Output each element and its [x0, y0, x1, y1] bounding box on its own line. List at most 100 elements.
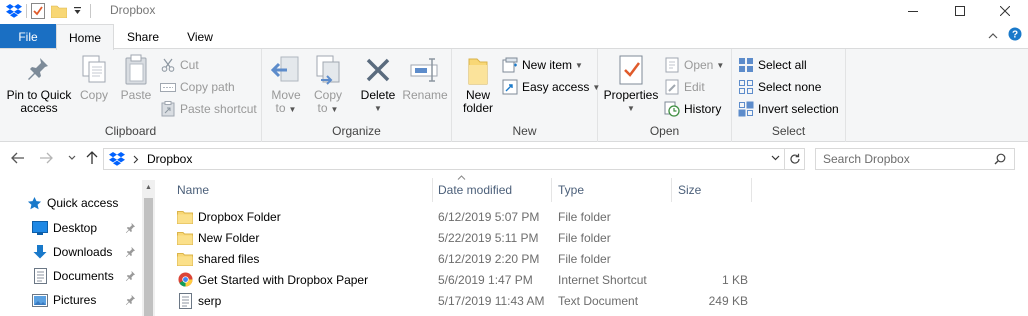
properties-button[interactable]: Properties ▼	[602, 53, 660, 115]
address-history-dropdown-icon[interactable]	[771, 155, 780, 161]
tab-home[interactable]: Home	[56, 24, 114, 50]
dropbox-location-icon	[109, 152, 125, 166]
pin-to-quick-access-button[interactable]: Pin to Quick access	[4, 53, 74, 115]
cut-button[interactable]: Cut	[160, 55, 199, 75]
pin-icon	[22, 53, 56, 87]
nav-downloads-label: Downloads	[53, 245, 113, 259]
table-row[interactable]: Dropbox Folder 6/12/2019 5:07 PM File fold…	[170, 206, 770, 227]
delete-button[interactable]: Delete ▼	[358, 53, 398, 115]
select-group: Select all Select none Invert selection …	[732, 49, 846, 142]
tab-share[interactable]: Share	[114, 24, 172, 49]
delete-label: Delete	[360, 88, 396, 102]
minimize-button[interactable]	[890, 0, 936, 22]
invert-selection-button[interactable]: Invert selection	[738, 99, 839, 119]
documents-icon	[32, 268, 48, 284]
select-all-icon	[738, 57, 754, 73]
recent-locations-button[interactable]	[62, 148, 82, 168]
column-header-name[interactable]: Name	[172, 178, 433, 202]
file-date-modified: 6/12/2019 5:07 PM	[438, 209, 540, 224]
new-folder-button[interactable]: New folder	[458, 53, 498, 115]
copy-icon	[77, 53, 111, 87]
back-button[interactable]	[8, 148, 28, 168]
qat-separator-2	[90, 4, 91, 18]
paste-label: Paste	[120, 88, 152, 102]
search-input[interactable]	[823, 152, 983, 166]
select-all-button[interactable]: Select all	[738, 55, 807, 75]
rename-button[interactable]: Rename	[400, 53, 450, 102]
search-icon[interactable]	[994, 153, 1006, 165]
properties-qat-icon[interactable]	[31, 2, 45, 20]
close-button[interactable]	[982, 0, 1028, 22]
file-name-cell[interactable]: New Folder	[177, 227, 432, 248]
paste-shortcut-button[interactable]: Paste shortcut	[160, 99, 257, 119]
tab-file[interactable]: File	[0, 24, 56, 49]
address-bar[interactable]: Dropbox	[103, 148, 805, 170]
maximize-button[interactable]	[937, 0, 983, 22]
move-to-button[interactable]: Move to ▼	[268, 53, 304, 116]
properties-dropdown-icon[interactable]: ▼	[627, 102, 635, 115]
nav-quick-access[interactable]: Quick access	[26, 192, 118, 214]
file-date-modified: 5/17/2019 11:43 AM	[438, 293, 545, 308]
new-item-button[interactable]: New item ▼	[502, 55, 583, 75]
folder-icon	[177, 230, 193, 246]
nav-item-documents[interactable]: Documents	[32, 265, 114, 287]
copy-to-label-2: to ▼	[317, 101, 339, 115]
file-name-cell[interactable]: serp	[177, 290, 432, 311]
tab-view[interactable]: View	[172, 24, 228, 49]
file-name-cell[interactable]: Dropbox Folder	[177, 206, 432, 227]
file-name-cell[interactable]: shared files	[177, 248, 432, 269]
nav-item-pictures[interactable]: Pictures	[32, 289, 96, 311]
select-none-button[interactable]: Select none	[738, 77, 821, 97]
open-button[interactable]: Open ▼	[664, 55, 724, 75]
nav-item-downloads[interactable]: Downloads	[32, 241, 112, 263]
nav-pane-scrollbar[interactable]: ▲	[142, 180, 155, 316]
copy-path-button[interactable]: Copy path	[160, 77, 235, 97]
pictures-icon	[32, 292, 48, 308]
history-button[interactable]: History	[664, 99, 721, 119]
table-row[interactable]: New Folder 5/22/2019 5:11 PM File folder	[170, 227, 770, 248]
delete-dropdown-icon[interactable]: ▼	[374, 102, 382, 115]
new-folder-label-2: folder	[462, 101, 494, 115]
file-list: Name Date modified Type Size Dropbox Fol…	[160, 174, 1028, 316]
table-row[interactable]: Get Started with Dropbox Paper 5/6/2019 1…	[170, 269, 770, 290]
copy-button[interactable]: Copy	[76, 53, 112, 102]
column-header-type[interactable]: Type	[553, 178, 672, 202]
title-bar: Dropbox	[0, 0, 1028, 22]
select-none-icon	[738, 79, 754, 95]
edit-button[interactable]: Edit	[664, 77, 705, 97]
address-row: Dropbox	[0, 143, 1028, 173]
close-icon	[1000, 6, 1010, 16]
file-name: shared files	[198, 251, 260, 266]
new-folder-qat-icon[interactable]	[51, 2, 67, 20]
customize-qat-dropdown-icon[interactable]	[73, 2, 82, 20]
breadcrumb-dropbox[interactable]: Dropbox	[147, 152, 192, 166]
desktop-icon	[32, 220, 48, 236]
new-item-icon	[502, 57, 518, 73]
scroll-up-arrow-icon[interactable]: ▲	[142, 180, 155, 194]
dropbox-app-icon[interactable]	[6, 2, 22, 20]
copy-to-button[interactable]: Copy to ▼	[310, 53, 346, 116]
nav-item-desktop[interactable]: Desktop	[32, 217, 97, 239]
table-row[interactable]: serp 5/17/2019 11:43 AM Text Document 249 K…	[170, 290, 770, 311]
select-group-label: Select	[771, 124, 806, 138]
table-row[interactable]: shared files 6/12/2019 2:20 PM File folder	[170, 248, 770, 269]
refresh-button[interactable]	[784, 148, 804, 170]
up-button[interactable]	[82, 148, 102, 168]
file-name-cell[interactable]: Get Started with Dropbox Paper	[177, 269, 432, 290]
invert-selection-label: Invert selection	[758, 102, 839, 116]
rename-label: Rename	[402, 88, 448, 102]
nav-scrollbar-thumb[interactable]	[144, 198, 153, 316]
new-item-label: New item	[522, 58, 573, 72]
breadcrumb-separator-icon[interactable]	[133, 155, 139, 164]
copy-path-icon	[160, 79, 176, 95]
column-header-date-modified[interactable]: Date modified	[433, 178, 552, 202]
column-header-size[interactable]: Size	[673, 178, 752, 202]
help-icon[interactable]: ?	[1008, 27, 1022, 44]
paste-icon	[119, 53, 153, 87]
open-group: Properties ▼ Open ▼ Edit History Open	[598, 49, 732, 142]
easy-access-button[interactable]: Easy access ▼	[502, 77, 600, 97]
expand-ribbon-chevron-icon[interactable]	[988, 29, 998, 43]
forward-button[interactable]	[36, 148, 56, 168]
ribbon-controls: ?	[988, 27, 1022, 44]
paste-button[interactable]: Paste	[116, 53, 156, 102]
